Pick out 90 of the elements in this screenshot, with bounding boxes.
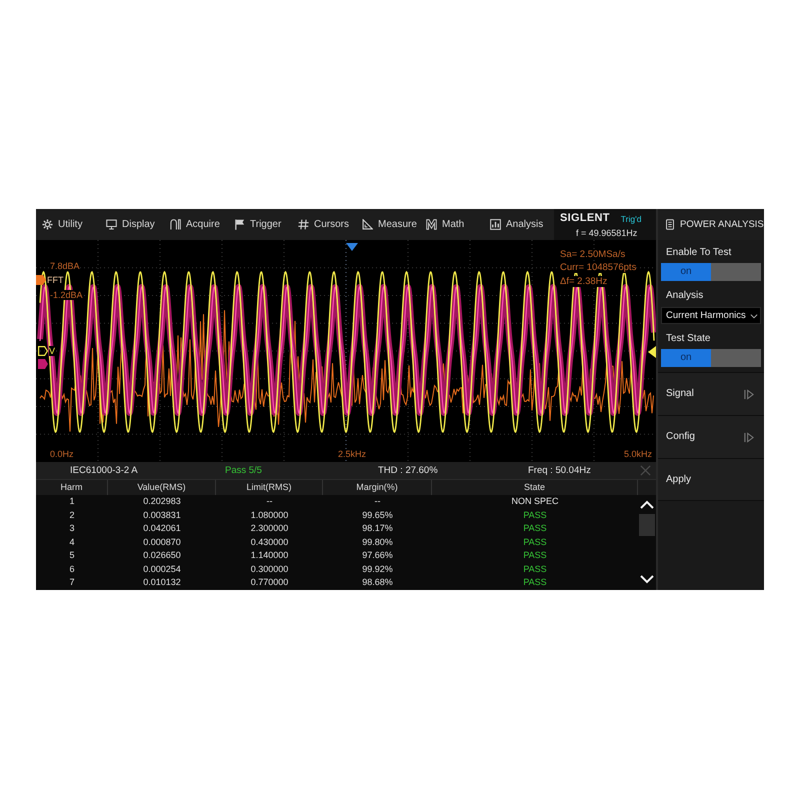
menu-button[interactable]: Analysis: [490, 218, 544, 230]
axis-label: 0.0Hz: [50, 449, 74, 459]
table-cell-text: 2: [68, 508, 76, 522]
table-cell-text: 99.80%: [361, 536, 394, 548]
table-cell-text: PASS: [522, 576, 548, 589]
thd-readout: THD : 27.60%: [378, 465, 438, 476]
field-label: Enable To Test: [666, 247, 732, 259]
monitor-icon: [106, 219, 117, 230]
submenu-arrow-icon: [744, 388, 754, 400]
frequency-readout: f = 49.96581Hz: [576, 228, 638, 238]
table-cell-text: --: [374, 495, 382, 508]
waveform-icon: [170, 219, 181, 230]
document-icon: [666, 219, 674, 230]
table-cell-text: 0.202983: [142, 495, 182, 508]
channel-label: V: [49, 346, 56, 356]
field-label: Test State: [666, 333, 710, 345]
table-cell-text: 99.92%: [361, 562, 394, 576]
analysis-dropdown[interactable]: Current Harmonics: [661, 307, 761, 324]
table-cell-text: 97.66%: [361, 549, 394, 562]
column-header: Limit(RMS): [216, 480, 323, 495]
table-cell-text: PASS: [522, 549, 548, 562]
menu-button[interactable]: Utility: [42, 218, 82, 230]
menu-button[interactable]: Trigger: [234, 218, 282, 230]
brand-logo: SIGLENT: [560, 212, 610, 224]
scroll-up-icon[interactable]: [640, 500, 654, 510]
hash-icon: [298, 219, 309, 230]
table-cell-text: NON SPEC: [510, 495, 560, 508]
table-cell-text: 7: [68, 576, 76, 589]
menu-button[interactable]: Display: [106, 218, 155, 230]
scroll-down-icon[interactable]: [640, 574, 654, 584]
menu-button[interactable]: Cursors: [298, 218, 350, 230]
scrollbar-thumb[interactable]: [639, 514, 655, 536]
frequency-readout: Freq : 50.04Hz: [528, 465, 591, 476]
acquisition-readout: Δf= 2.38Hz: [560, 276, 608, 287]
table-cell-text: 98.68%: [361, 576, 394, 589]
table-cell-text: 0.000870: [142, 536, 182, 548]
gear-icon: [42, 219, 53, 230]
table-cell-text: PASS: [522, 522, 548, 535]
flag-icon: [234, 219, 245, 230]
acquisition-readout: Sa= 2.50MSa/s: [560, 249, 626, 260]
menu-button[interactable]: Math: [426, 218, 464, 230]
column-header: Margin(%): [323, 480, 432, 495]
table-cell-text: 0.000254: [142, 562, 182, 576]
axis-label: 2.5kHz: [338, 449, 366, 459]
submenu-arrow-icon: [744, 432, 754, 442]
table-cell-text: PASS: [522, 562, 548, 576]
bar-chart-icon: [490, 219, 501, 230]
menu-button[interactable]: Acquire: [170, 218, 220, 230]
table-cell-text: 6: [68, 562, 76, 576]
table-cell-text: 0.300000: [250, 562, 290, 576]
table-cell-text: --: [266, 495, 274, 508]
panel-title: POWER ANALYSIS: [680, 219, 764, 230]
acquisition-readout: Curr= 1048576pts: [560, 262, 636, 273]
table-cell-text: 99.65%: [361, 508, 394, 522]
axis-label: 5.0kHz: [624, 449, 652, 459]
scale-label: -1.2dBA: [50, 290, 83, 300]
table-cell-text: PASS: [522, 508, 548, 522]
table-cell-text: 0.026650: [142, 549, 182, 562]
table-cell-text: 0.430000: [250, 536, 290, 548]
table-cell-text: 1.080000: [250, 508, 290, 522]
table-cell-text: 1.140000: [250, 549, 290, 562]
math-symbol-icon: [426, 219, 437, 230]
table-cell-text: 1: [68, 495, 76, 508]
scale-label: 7.8dBA: [50, 261, 80, 271]
menu-button[interactable]: Measure: [362, 218, 417, 230]
standard-label: IEC61000-3-2 A: [70, 465, 138, 476]
column-header: Harm: [36, 480, 108, 495]
column-header: State: [432, 480, 638, 495]
table-cell-text: 98.17%: [361, 522, 394, 535]
apply-button[interactable]: Apply: [658, 459, 764, 501]
table-cell-text: 2.300000: [250, 522, 290, 535]
chevron-down-icon: [750, 312, 758, 318]
submenu-button[interactable]: Signal: [658, 373, 764, 416]
table-cell-text: 5: [68, 549, 76, 562]
table-cell-text: PASS: [522, 536, 548, 548]
trigger-status: Trig'd: [620, 214, 642, 224]
table-cell-text: 3: [68, 522, 76, 535]
submenu-button[interactable]: Config: [658, 416, 764, 459]
table-cell-text: 0.010132: [142, 576, 182, 589]
trigger-position-marker-icon[interactable]: [346, 243, 358, 251]
channel-label: FFT: [47, 275, 64, 285]
ruler-icon: [362, 219, 373, 230]
channel-marker-icon[interactable]: [38, 359, 48, 369]
table-cell-text: 0.770000: [250, 576, 290, 589]
table-cell-text: 4: [68, 536, 76, 548]
field-label: Analysis: [666, 290, 704, 302]
table-cell-text: 0.042061: [142, 522, 182, 535]
test-verdict: Pass 5/5: [225, 465, 262, 476]
column-header: Value(RMS): [108, 480, 216, 495]
table-cell-text: 0.003831: [142, 508, 182, 522]
